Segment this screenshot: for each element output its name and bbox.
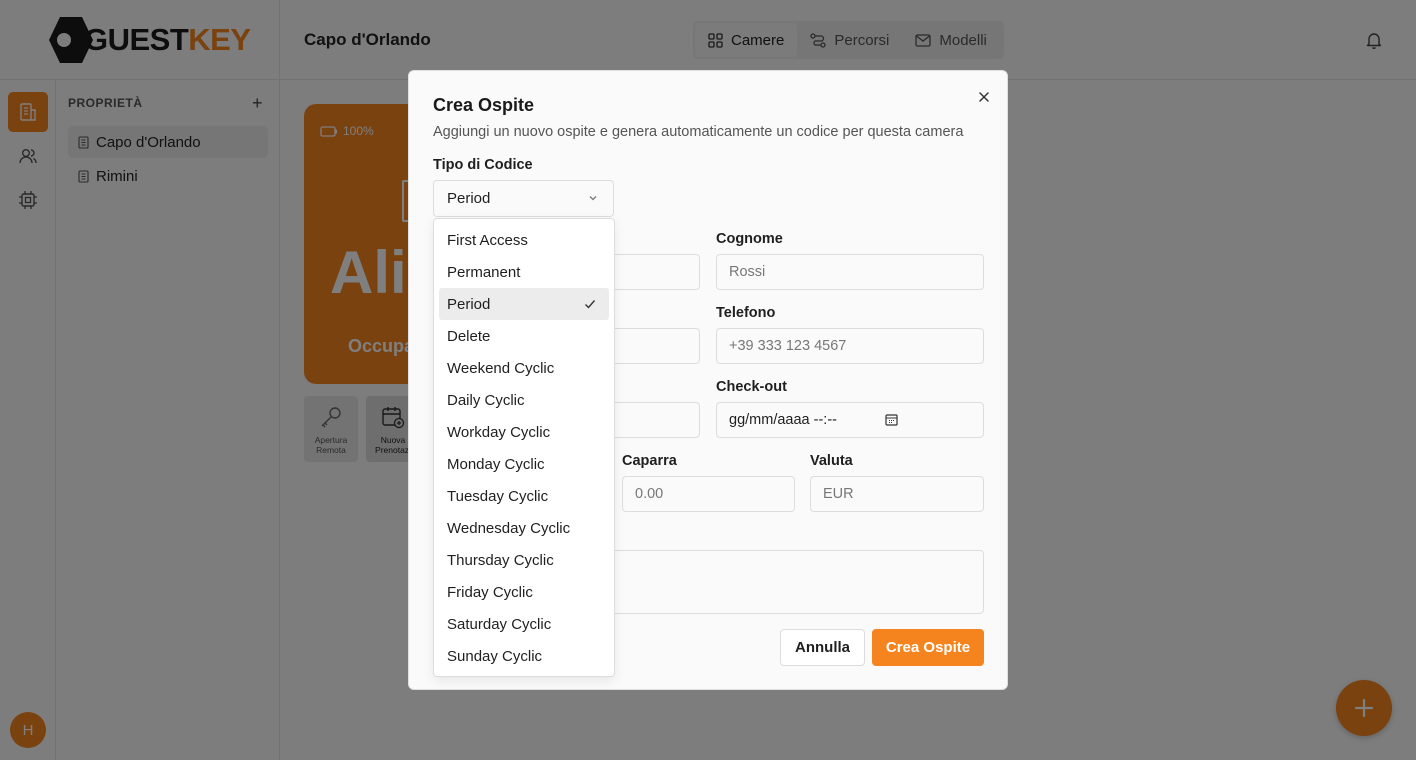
code-type-label: Tipo di Codice (433, 157, 533, 173)
chevron-down-icon (589, 196, 597, 201)
option-delete[interactable]: Delete (439, 320, 609, 352)
option-first-access[interactable]: First Access (439, 224, 609, 256)
checkout-field[interactable]: gg/mm/aaaa --:-- (716, 402, 984, 438)
code-type-select[interactable]: Period (433, 180, 614, 217)
deposit-label: Caparra (622, 453, 677, 469)
option-tuesday-cyclic[interactable]: Tuesday Cyclic (439, 480, 609, 512)
option-workday-cyclic[interactable]: Workday Cyclic (439, 416, 609, 448)
option-weekend-cyclic[interactable]: Weekend Cyclic (439, 352, 609, 384)
calendar-icon[interactable] (885, 413, 898, 426)
option-monday-cyclic[interactable]: Monday Cyclic (439, 448, 609, 480)
surname-field[interactable]: Rossi (716, 254, 984, 290)
surname-label: Cognome (716, 231, 783, 247)
currency-label: Valuta (810, 453, 853, 469)
option-thursday-cyclic[interactable]: Thursday Cyclic (439, 544, 609, 576)
phone-label: Telefono (716, 305, 776, 321)
option-wednesday-cyclic[interactable]: Wednesday Cyclic (439, 512, 609, 544)
code-type-dropdown: First Access Permanent Period Delete Wee… (433, 218, 615, 677)
option-saturday-cyclic[interactable]: Saturday Cyclic (439, 608, 609, 640)
option-period[interactable]: Period (439, 288, 609, 320)
cancel-button[interactable]: Annulla (780, 629, 865, 666)
currency-field[interactable]: EUR (810, 476, 984, 512)
phone-field[interactable]: +39 333 123 4567 (716, 328, 984, 364)
option-permanent[interactable]: Permanent (439, 256, 609, 288)
dialog-description: Aggiungi un nuovo ospite e genera automa… (433, 124, 964, 140)
option-sunday-cyclic[interactable]: Sunday Cyclic (439, 640, 609, 672)
checkout-label: Check-out (716, 379, 787, 395)
option-friday-cyclic[interactable]: Friday Cyclic (439, 576, 609, 608)
check-icon (585, 300, 596, 309)
close-icon[interactable] (977, 88, 991, 109)
dialog-title: Crea Ospite (433, 95, 535, 115)
deposit-field[interactable]: 0.00 (622, 476, 795, 512)
option-daily-cyclic[interactable]: Daily Cyclic (439, 384, 609, 416)
create-guest-button[interactable]: Crea Ospite (872, 629, 984, 666)
